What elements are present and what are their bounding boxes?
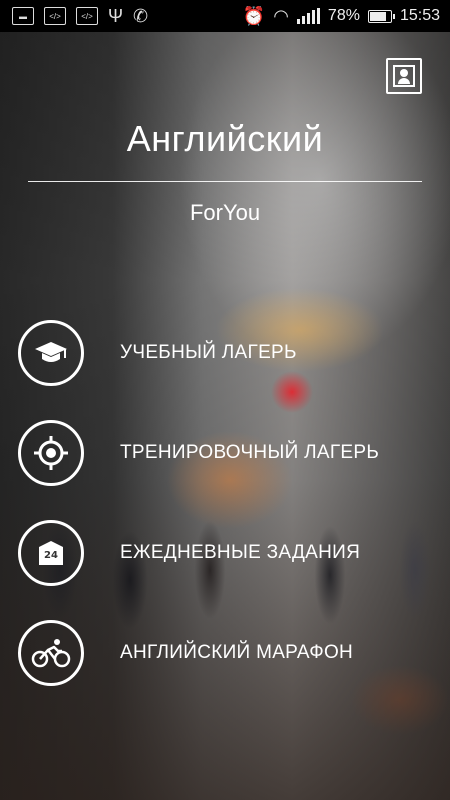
signal-icon [296,8,320,24]
status-system: ⏰ ◠ 78% 15:53 [243,7,450,25]
menu-icon-circle: 24 [18,520,84,586]
battery-charging-icon [367,9,395,23]
menu-icon-circle [18,420,84,486]
svg-text:24: 24 [44,550,58,561]
app-subtitle: ForYou [189,200,261,225]
usb-icon: Ψ [108,6,124,26]
code-icon: </> [76,7,98,25]
cyclist-icon [31,639,71,668]
title-divider [28,181,422,182]
status-bar: ▬ </> </> Ψ ✆ ⏰ ◠ 78% 15:53 [0,0,450,32]
profile-button[interactable] [386,58,422,94]
profile-card-icon [393,65,415,87]
status-time: 15:53 [399,7,440,24]
menu-label: АНГЛИЙСКИЙ МАРАФОН [120,642,354,663]
battery-percent: 78% [327,7,360,24]
menu-item-english-marathon[interactable]: АНГЛИЙСКИЙ МАРАФОН [18,618,438,688]
graduation-cap-icon [35,342,67,362]
alarm-icon: ⏰ [242,6,266,26]
menu-label: ЕЖЕДНЕВНЫЕ ЗАДАНИЯ [120,542,361,563]
gallery-icon: ▬ [12,7,34,25]
menu-icon-circle [18,320,84,386]
24h-store-icon: 24 [39,541,63,565]
missed-call-icon: ✆ [133,6,149,26]
target-icon [34,436,68,470]
menu-label: УЧЕБНЫЙ ЛАГЕРЬ [120,342,297,363]
status-notifications: ▬ </> </> Ψ ✆ [0,7,148,25]
menu-item-training-camp[interactable]: ТРЕНИРОВОЧНЫЙ ЛАГЕРЬ [18,418,438,488]
menu-icon-circle [18,620,84,686]
menu-item-study-camp[interactable]: УЧЕБНЫЙ ЛАГЕРЬ [18,318,438,388]
code-icon: </> [44,7,66,25]
menu-label: ТРЕНИРОВОЧНЫЙ ЛАГЕРЬ [120,442,380,463]
app-title: Английский [126,118,324,159]
wifi-icon: ◠ [273,6,289,26]
menu-item-daily-tasks[interactable]: 24 ЕЖЕДНЕВНЫЕ ЗАДАНИЯ [18,518,438,588]
